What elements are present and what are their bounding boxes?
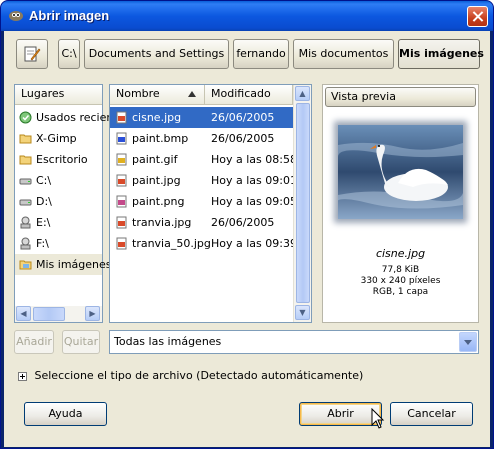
column-header-name[interactable]: Nombre: [110, 85, 205, 105]
file-name: paint.gif: [132, 153, 178, 166]
column-header-modified[interactable]: Modificado: [205, 85, 293, 105]
path-segment-mis-imagenes[interactable]: Mis imágenes: [398, 39, 484, 69]
expand-plus-icon: [18, 371, 27, 381]
recent-icon: [19, 111, 32, 124]
dialog-body: C:\ Documents and Settings fernando Mis …: [4, 31, 490, 447]
path-segment-fernando[interactable]: fernando: [233, 39, 289, 69]
place-item-drive-c[interactable]: C:\: [15, 170, 102, 191]
file-name: paint.bmp: [132, 132, 189, 145]
file-modified: Hoy a las 09:05: [211, 195, 297, 208]
path-segment-c[interactable]: C:\: [58, 39, 80, 69]
scroll-right-button[interactable]: ▶: [85, 306, 100, 321]
file-filter-select[interactable]: Todas las imágenes: [109, 330, 479, 354]
place-item-drive-d[interactable]: D:\: [15, 191, 102, 212]
file-row[interactable]: paint.gif Hoy a las 08:58: [110, 149, 297, 170]
drive-icon: [19, 178, 32, 185]
place-item-drive-f[interactable]: F:\: [15, 233, 102, 254]
files-vertical-scrollbar[interactable]: ▲ ▼: [293, 85, 311, 322]
folder-icon: [19, 155, 32, 165]
open-button[interactable]: Abrir: [299, 402, 382, 426]
path-segment-documents-and-settings[interactable]: Documents and Settings: [84, 39, 229, 69]
file-name: tranvia.jpg: [132, 216, 192, 229]
file-name: cisne.jpg: [132, 111, 182, 124]
preview-mode: RGB, 1 capa: [372, 287, 429, 297]
places-header[interactable]: Lugares: [15, 85, 102, 105]
places-pane: Lugares Usados recien X-Gimp Escritorio …: [14, 84, 113, 323]
files-scroll-thumb[interactable]: [296, 103, 310, 303]
file-row[interactable]: paint.bmp 26/06/2005: [110, 128, 293, 149]
jpg-file-icon: [116, 174, 127, 187]
help-button[interactable]: Ayuda: [24, 402, 107, 426]
preview-dimensions: 330 x 240 píxeles: [360, 276, 441, 286]
place-item-x-gimp[interactable]: X-Gimp: [15, 128, 102, 149]
folder-icon: [19, 134, 32, 144]
bmp-file-icon: [116, 132, 127, 145]
file-list-pane: Nombre Modificado cisne.jpg 26/06/2005 pai…: [109, 84, 312, 323]
edit-location-button[interactable]: [16, 39, 48, 69]
file-row[interactable]: tranvia.jpg 26/06/2005: [110, 212, 293, 233]
file-modified: 26/06/2005: [211, 216, 275, 229]
scroll-down-button[interactable]: ▼: [295, 305, 310, 320]
jpg-file-icon: [116, 111, 127, 124]
pencil-paper-icon: [24, 46, 41, 62]
file-type-expander[interactable]: Seleccione el tipo de archivo (Detectado…: [18, 369, 363, 383]
file-modified: 26/06/2005: [211, 111, 275, 124]
places-horizontal-scrollbar[interactable]: ◀ ▶: [15, 306, 102, 322]
png-file-icon: [116, 195, 127, 208]
scroll-left-button[interactable]: ◀: [16, 306, 31, 321]
jpg-file-icon: [116, 237, 127, 250]
gimp-icon: [9, 11, 23, 21]
jpg-file-icon: [116, 216, 127, 229]
cancel-button[interactable]: Cancelar: [390, 402, 473, 426]
swan-image: [338, 125, 463, 219]
mouse-cursor-icon: [371, 408, 385, 429]
file-modified: Hoy a las 09:01: [211, 174, 297, 187]
network-drive-icon: [20, 237, 31, 250]
places-scroll-thumb[interactable]: [33, 307, 65, 321]
file-row[interactable]: paint.jpg Hoy a las 09:01: [110, 170, 297, 191]
file-name: paint.png: [132, 195, 185, 208]
file-row[interactable]: cisne.jpg 26/06/2005: [110, 107, 293, 128]
gif-file-icon: [116, 153, 127, 166]
drive-icon: [19, 199, 32, 206]
file-row[interactable]: tranvia_50.jpg Hoy a las 09:39: [110, 233, 297, 254]
place-item-mis-imagenes[interactable]: Mis imágenes: [15, 254, 112, 275]
place-item-recent[interactable]: Usados recien: [15, 107, 113, 128]
close-button[interactable]: [467, 6, 488, 27]
place-item-escritorio[interactable]: Escritorio: [15, 149, 102, 170]
file-name: paint.jpg: [132, 174, 181, 187]
preview-thumbnail: [338, 125, 463, 219]
window-title: Abrir imagen: [29, 8, 110, 23]
preview-pane: Vista previa cisne.jpg 77,8 KiB 330 x 24…: [322, 84, 479, 323]
file-modified: 26/06/2005: [211, 132, 275, 145]
file-modified: Hoy a las 09:39: [211, 237, 297, 250]
file-row[interactable]: paint.png Hoy a las 09:05: [110, 191, 297, 212]
preview-toggle-button[interactable]: Vista previa: [325, 87, 476, 107]
title-bar[interactable]: Abrir imagen: [1, 1, 493, 31]
sort-ascending-icon: [188, 91, 196, 97]
add-bookmark-button[interactable]: Añadir: [14, 330, 54, 354]
preview-size: 77,8 KiB: [381, 265, 420, 275]
chevron-down-icon[interactable]: [459, 332, 477, 352]
preview-filename: cisne.jpg: [375, 247, 426, 260]
pictures-folder-icon: [19, 260, 32, 270]
path-segment-mis-documentos[interactable]: Mis documentos: [293, 39, 394, 69]
file-name: tranvia_50.jpg: [132, 237, 211, 250]
remove-bookmark-button[interactable]: Quitar: [62, 330, 100, 354]
scroll-up-button[interactable]: ▲: [295, 86, 310, 101]
place-item-drive-e[interactable]: E:\: [15, 212, 102, 233]
network-drive-icon: [20, 216, 31, 229]
open-image-dialog: Abrir imagen C:\ Documents and Settings …: [0, 0, 494, 449]
file-modified: Hoy a las 08:58: [211, 153, 297, 166]
